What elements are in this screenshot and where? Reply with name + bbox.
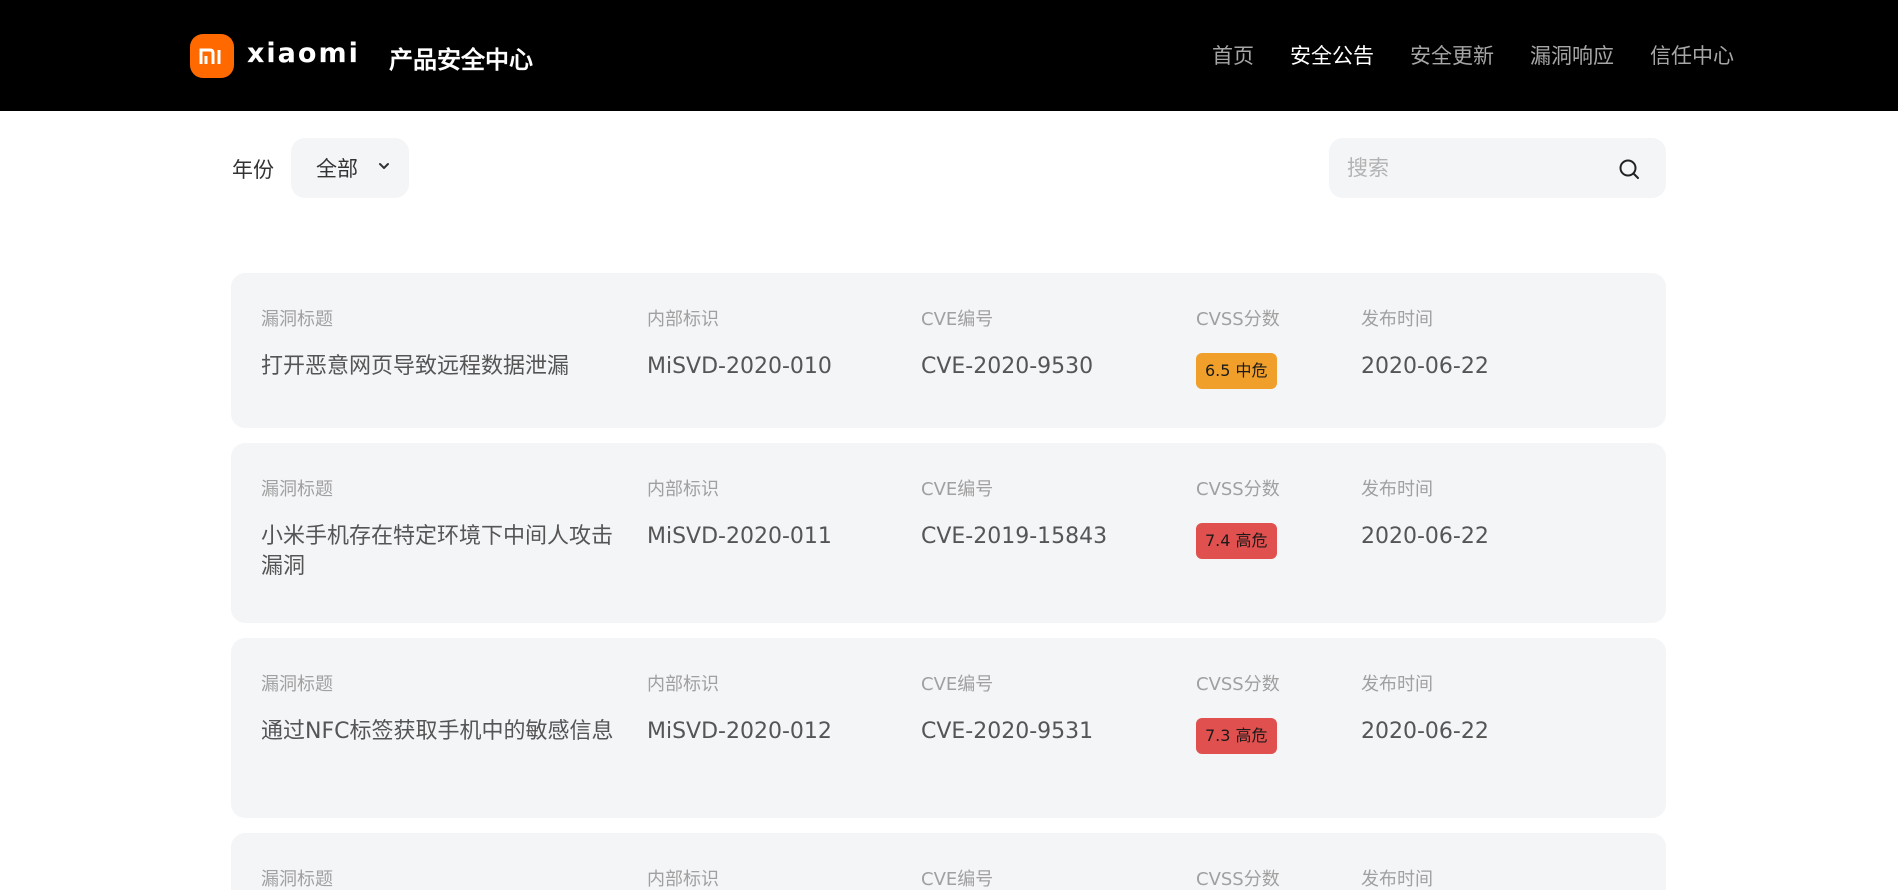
search-box — [1329, 138, 1666, 198]
nav-home[interactable]: 首页 — [1212, 40, 1254, 70]
date-column-label: 发布时间 — [1361, 479, 1433, 500]
advisory-card[interactable]: 漏洞标题 内部标识 CVE编号 CVSS分数 发布时间 小米手机存在特定环境下中… — [231, 443, 1666, 623]
year-filter-label: 年份 — [232, 158, 274, 182]
internal-id-column-label: 内部标识 — [647, 479, 719, 500]
cvss-column-label: CVSS分数 — [1196, 674, 1280, 695]
chevron-down-icon — [379, 163, 389, 169]
cvss-badge: 6.5 中危 — [1196, 353, 1277, 389]
date-column-label: 发布时间 — [1361, 869, 1433, 890]
advisory-internal-id: MiSVD-2020-011 — [647, 524, 832, 549]
advisory-date: 2020-06-22 — [1361, 719, 1489, 744]
title-column-label: 漏洞标题 — [261, 309, 333, 330]
advisory-cve: CVE-2020-9531 — [921, 719, 1094, 744]
internal-id-column-label: 内部标识 — [647, 674, 719, 695]
advisory-date: 2020-06-22 — [1361, 354, 1489, 379]
cve-column-label: CVE编号 — [921, 309, 994, 330]
logo-wordmark[interactable]: xiaomi — [247, 38, 360, 69]
date-column-label: 发布时间 — [1361, 309, 1433, 330]
year-filter-value: 全部 — [316, 157, 358, 181]
cvss-column-label: CVSS分数 — [1196, 479, 1280, 500]
site-title: 产品安全中心 — [389, 46, 533, 74]
internal-id-column-label: 内部标识 — [647, 309, 719, 330]
cvss-badge: 7.4 高危 — [1196, 523, 1277, 559]
title-column-label: 漏洞标题 — [261, 674, 333, 695]
advisory-card[interactable]: 漏洞标题 内部标识 CVE编号 CVSS分数 发布时间 通过NFC标签获取手机中… — [231, 638, 1666, 818]
title-column-label: 漏洞标题 — [261, 479, 333, 500]
nav-trust-center[interactable]: 信任中心 — [1650, 40, 1734, 70]
internal-id-column-label: 内部标识 — [647, 869, 719, 890]
date-column-label: 发布时间 — [1361, 674, 1433, 695]
advisory-title[interactable]: 打开恶意网页导致远程数据泄漏 — [261, 352, 616, 382]
advisory-cve: CVE-2020-9530 — [921, 354, 1094, 379]
search-input[interactable] — [1347, 138, 1607, 198]
cve-column-label: CVE编号 — [921, 479, 994, 500]
cvss-badge: 7.3 高危 — [1196, 718, 1277, 754]
advisory-title[interactable]: 通过NFC标签获取手机中的敏感信息 — [261, 717, 616, 747]
nav-vulnerability-response[interactable]: 漏洞响应 — [1530, 40, 1614, 70]
main-nav: 首页 安全公告 安全更新 漏洞响应 信任中心 — [1212, 40, 1734, 70]
year-filter-dropdown[interactable]: 全部 — [291, 138, 409, 198]
nav-security-updates[interactable]: 安全更新 — [1410, 40, 1494, 70]
title-column-label: 漏洞标题 — [261, 869, 333, 890]
nav-security-advisories[interactable]: 安全公告 — [1290, 40, 1374, 70]
cvss-column-label: CVSS分数 — [1196, 869, 1280, 890]
cve-column-label: CVE编号 — [921, 674, 994, 695]
advisory-title[interactable]: 小米手机存在特定环境下中间人攻击漏洞 — [261, 522, 616, 582]
xiaomi-logo-icon[interactable] — [190, 34, 234, 78]
advisory-internal-id: MiSVD-2020-010 — [647, 354, 832, 379]
cvss-column-label: CVSS分数 — [1196, 309, 1280, 330]
advisory-card[interactable]: 漏洞标题 内部标识 CVE编号 CVSS分数 发布时间 打开恶意网页导致远程数据… — [231, 273, 1666, 428]
top-navigation-bar: xiaomi 产品安全中心 首页 安全公告 安全更新 漏洞响应 信任中心 — [0, 0, 1898, 111]
advisory-cve: CVE-2019-15843 — [921, 524, 1108, 549]
advisory-card[interactable]: 漏洞标题 内部标识 CVE编号 CVSS分数 发布时间 — [231, 833, 1666, 890]
search-icon[interactable] — [1618, 158, 1640, 180]
cve-column-label: CVE编号 — [921, 869, 994, 890]
advisory-date: 2020-06-22 — [1361, 524, 1489, 549]
advisory-internal-id: MiSVD-2020-012 — [647, 719, 832, 744]
